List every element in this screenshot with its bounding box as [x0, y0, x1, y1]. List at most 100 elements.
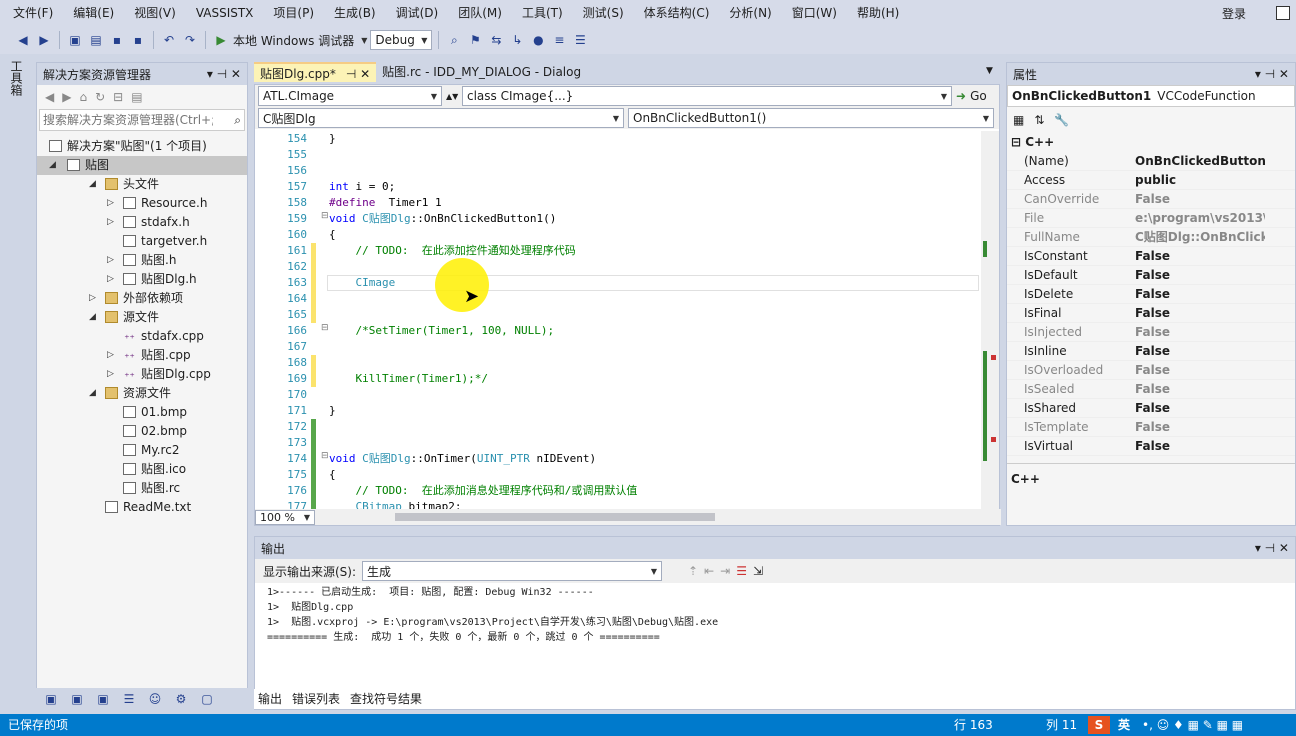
save-icon[interactable]: ▪ — [108, 31, 126, 49]
refresh-icon[interactable]: ↻ — [95, 90, 105, 104]
property-row[interactable]: File e:\program\vs2013\p — [1007, 209, 1295, 228]
menu-item[interactable]: 团队(M) — [445, 0, 509, 26]
tree-item[interactable]: 贴图.rc — [37, 479, 247, 498]
undo-icon[interactable]: ↶ — [160, 31, 178, 49]
menu-item[interactable]: 体系结构(C) — [631, 0, 717, 26]
collapse-icon[interactable]: ⊟ — [321, 323, 329, 333]
save-all-icon[interactable]: ▪ — [129, 31, 147, 49]
tree-item[interactable]: ◢ 资源文件 — [37, 384, 247, 403]
output-source-select[interactable]: 生成 ▼ — [362, 561, 663, 581]
pane-controls[interactable]: ▾ ⊣ ✕ — [1255, 67, 1289, 81]
menu-item[interactable]: 测试(S) — [570, 0, 631, 26]
output-tab[interactable]: 输出 — [254, 689, 287, 709]
config-select[interactable]: Debug ▼ — [370, 30, 433, 50]
breakpoint-icon[interactable]: ● — [529, 31, 547, 49]
property-row[interactable]: IsShared False — [1007, 399, 1295, 418]
new-project-icon[interactable]: ▣ — [66, 31, 84, 49]
users-icon[interactable]: ☺ — [146, 690, 164, 708]
property-row[interactable]: Access public — [1007, 171, 1295, 190]
back-icon[interactable]: ◀ — [14, 31, 32, 49]
window-icon[interactable]: ▢ — [198, 690, 216, 708]
goto-icon[interactable]: ⇡ — [688, 564, 698, 578]
property-row[interactable]: IsInjected False — [1007, 323, 1295, 342]
document-tab[interactable]: 贴图Dlg.cpp* ⊣ ✕ — [254, 62, 377, 82]
property-pages-icon[interactable]: 🔧 — [1054, 113, 1069, 127]
property-row[interactable]: FullName C贴图Dlg::OnBnClicke — [1007, 228, 1295, 247]
horizontal-scrollbar[interactable] — [395, 513, 715, 521]
expand-arrow-icon[interactable]: ▷ — [107, 251, 114, 270]
property-row[interactable]: CanOverride False — [1007, 190, 1295, 209]
comment-icon[interactable]: ☰ — [571, 31, 589, 49]
menu-item[interactable]: 工具(T) — [509, 0, 570, 26]
tree-item[interactable]: ▷ ⁺⁺ 贴图.cpp — [37, 346, 247, 365]
property-row[interactable]: (Name) OnBnClickedButton1 — [1007, 152, 1295, 171]
collapse-icon[interactable]: ⊟ — [321, 451, 329, 461]
output-tab[interactable]: 错误列表 — [288, 689, 344, 709]
pane-controls[interactable]: ▾ ⊣ ✕ — [1255, 541, 1289, 555]
tree-item[interactable]: 01.bmp — [37, 403, 247, 422]
tree-item[interactable]: targetver.h — [37, 232, 247, 251]
expand-arrow-icon[interactable]: ▷ — [89, 289, 96, 308]
class-view-icon[interactable]: ▣ — [68, 690, 86, 708]
code-area[interactable]: 154 155 156 157 158 159 160 161 162 163 164 165 166 1… — [255, 131, 981, 511]
alphabetical-icon[interactable]: ⇅ — [1034, 113, 1044, 127]
tree-item[interactable]: ▷ Resource.h — [37, 194, 247, 213]
vertical-scrollbar[interactable] — [981, 131, 999, 511]
tree-item[interactable]: ◢ 头文件 — [37, 175, 247, 194]
format-icon[interactable]: ≡ — [550, 31, 568, 49]
menu-item[interactable]: 窗口(W) — [779, 0, 844, 26]
property-row[interactable]: IsInline False — [1007, 342, 1295, 361]
tab-close-icon[interactable]: ⊣ ✕ — [346, 67, 370, 81]
menu-item[interactable]: 调试(D) — [383, 0, 446, 26]
tree-item[interactable]: ▷ 外部依赖项 — [37, 289, 247, 308]
bookmark-icon[interactable]: ⚑ — [466, 31, 484, 49]
resource-view-icon[interactable]: ▣ — [94, 690, 112, 708]
tree-item[interactable]: My.rc2 — [37, 441, 247, 460]
team-icon[interactable]: ☰ — [120, 690, 138, 708]
back-icon[interactable]: ◀ — [45, 90, 54, 104]
menu-item[interactable]: 分析(N) — [716, 0, 778, 26]
menu-item[interactable]: VASSISTX — [183, 0, 261, 26]
property-row[interactable]: IsVirtual False — [1007, 437, 1295, 456]
tree-item[interactable]: ⁺⁺ stdafx.cpp — [37, 327, 247, 346]
login-link[interactable]: 登录 — [1222, 0, 1246, 28]
collapse-icon[interactable]: ⊟ — [321, 211, 329, 221]
settings-icon[interactable]: ⚙ — [172, 690, 190, 708]
pane-controls[interactable]: ▾ ⊣ ✕ — [207, 67, 241, 81]
tree-item[interactable]: ▷ stdafx.h — [37, 213, 247, 232]
property-row[interactable]: IsDefault False — [1007, 266, 1295, 285]
expand-arrow-icon[interactable]: ▷ — [107, 365, 114, 384]
expand-arrow-icon[interactable]: ◢ — [49, 156, 56, 175]
expand-arrow-icon[interactable]: ◢ — [89, 308, 96, 327]
tree-item[interactable]: ▷ ⁺⁺ 贴图Dlg.cpp — [37, 365, 247, 384]
start-debug-icon[interactable]: ▶ — [212, 31, 230, 49]
tree-item[interactable]: ▷ 贴图Dlg.h — [37, 270, 247, 289]
property-row[interactable]: IsOverloaded False — [1007, 361, 1295, 380]
categorized-icon[interactable]: ▦ — [1013, 113, 1024, 127]
prev-icon[interactable]: ⇤ — [704, 564, 714, 578]
ime-mode[interactable]: 英 — [1118, 714, 1130, 736]
expand-arrow-icon[interactable]: ▷ — [107, 346, 114, 365]
window-button[interactable] — [1276, 6, 1290, 20]
menu-item[interactable]: 帮助(H) — [844, 0, 906, 26]
open-icon[interactable]: ▤ — [87, 31, 105, 49]
property-row[interactable]: IsFinal False — [1007, 304, 1295, 323]
search-icon[interactable]: ⌕ — [234, 113, 241, 128]
step-icon[interactable]: ↳ — [508, 31, 526, 49]
output-tab[interactable]: 查找符号结果 — [346, 689, 426, 709]
member-nav-select[interactable]: OnBnClickedButton1() ▼ — [628, 108, 994, 128]
spin-icon[interactable]: ▲▼ — [446, 92, 458, 101]
tree-item[interactable]: ReadMe.txt — [37, 498, 247, 517]
zoom-select[interactable]: 100 % ▼ — [255, 509, 315, 525]
tree-item[interactable]: ◢ 源文件 — [37, 308, 247, 327]
forward-icon[interactable]: ▶ — [35, 31, 53, 49]
class-select[interactable]: class CImage{...} ▼ — [462, 86, 952, 106]
toolbox-tab[interactable]: 工具箱 — [0, 54, 34, 714]
expand-arrow-icon[interactable]: ◢ — [89, 175, 96, 194]
menu-item[interactable]: 项目(P) — [260, 0, 321, 26]
tree-item[interactable]: ▷ 贴图.h — [37, 251, 247, 270]
project-node[interactable]: ◢ 贴图 — [37, 156, 247, 175]
search-input[interactable] — [43, 113, 213, 127]
clear-all-icon[interactable]: ☰ — [736, 564, 747, 578]
tree-item[interactable]: 02.bmp — [37, 422, 247, 441]
